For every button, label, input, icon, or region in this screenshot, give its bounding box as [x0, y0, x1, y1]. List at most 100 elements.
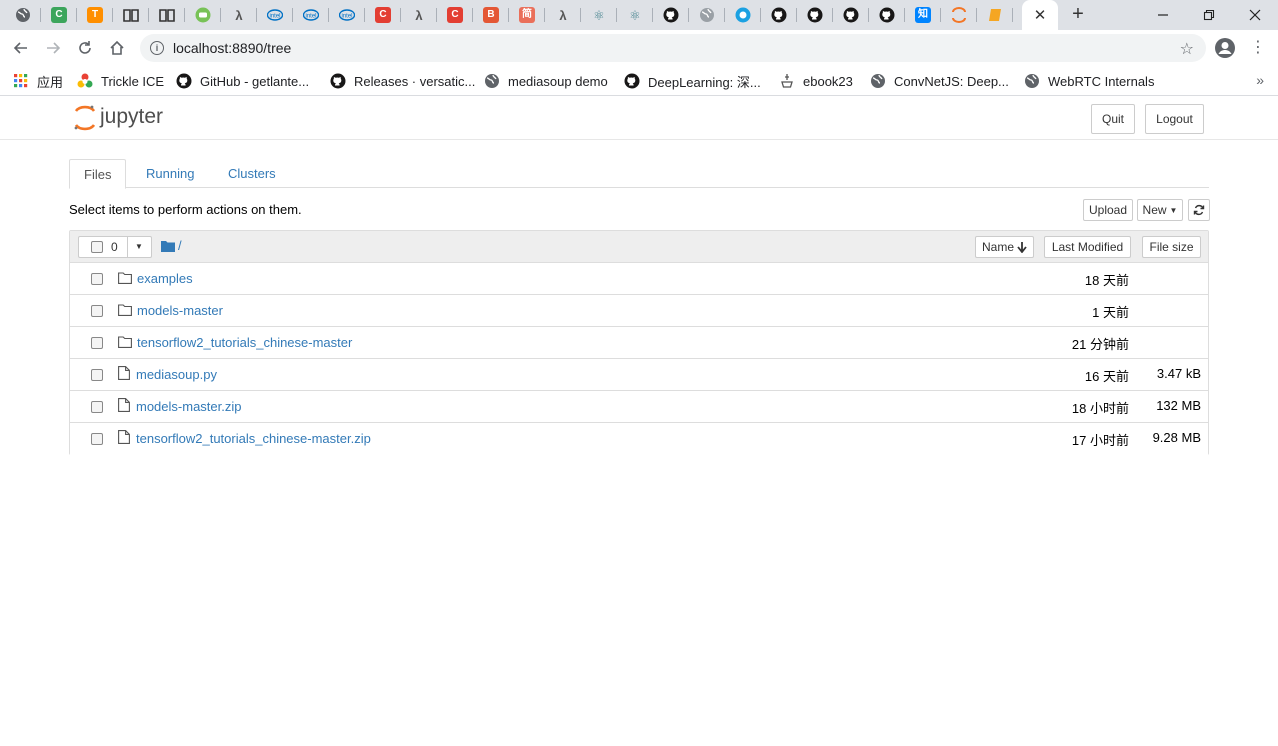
- bookmark-item[interactable]: ebook23: [779, 72, 853, 90]
- browser-tab[interactable]: C: [437, 0, 473, 30]
- bookmark-item[interactable]: GitHub - getlante...: [176, 72, 309, 90]
- browser-tab[interactable]: λ: [401, 0, 437, 30]
- item-link[interactable]: examples: [137, 271, 193, 286]
- file-list-row[interactable]: models-master 1 天前: [70, 295, 1208, 327]
- browser-tab[interactable]: [977, 0, 1013, 30]
- select-dropdown-caret-icon[interactable]: ▼: [135, 242, 143, 251]
- select-all-checkbox[interactable]: [91, 241, 103, 253]
- active-tab[interactable]: ✕: [1022, 0, 1058, 30]
- back-button[interactable]: [9, 36, 33, 60]
- sort-name-button[interactable]: Name: [975, 236, 1034, 258]
- tab-running[interactable]: Running: [132, 159, 208, 188]
- item-link[interactable]: tensorflow2_tutorials_chinese-master.zip: [136, 431, 371, 446]
- home-button[interactable]: [105, 36, 129, 60]
- bookmarks-overflow-button[interactable]: »: [1256, 72, 1264, 88]
- minimize-button[interactable]: [1140, 0, 1186, 30]
- browser-tab[interactable]: [185, 0, 221, 30]
- browser-tab[interactable]: C: [41, 0, 77, 30]
- file-list-row[interactable]: examples 18 天前: [70, 263, 1208, 295]
- browser-tab[interactable]: [833, 0, 869, 30]
- browser-tab[interactable]: [797, 0, 833, 30]
- bookmark-star-icon[interactable]: ☆: [1180, 39, 1194, 59]
- browser-menu-icon[interactable]: ⋮: [1250, 38, 1266, 58]
- item-link[interactable]: models-master.zip: [136, 399, 241, 414]
- file-list-row[interactable]: models-master.zip 18 小时前 132 MB: [70, 391, 1208, 423]
- tab-files[interactable]: Files: [69, 159, 127, 189]
- browser-tab[interactable]: [653, 0, 689, 30]
- notebook-icon: [987, 7, 1003, 23]
- refresh-button[interactable]: [1188, 199, 1210, 221]
- browser-tab[interactable]: B: [473, 0, 509, 30]
- item-link[interactable]: tensorflow2_tutorials_chinese-master: [137, 335, 352, 350]
- browser-tab[interactable]: [869, 0, 905, 30]
- browser-tab[interactable]: 知: [905, 0, 941, 30]
- browser-tab[interactable]: λ: [545, 0, 581, 30]
- upload-button[interactable]: Upload: [1083, 199, 1133, 221]
- browser-tab[interactable]: [725, 0, 761, 30]
- row-checkbox[interactable]: [91, 273, 103, 285]
- sort-size-button[interactable]: File size: [1142, 236, 1201, 258]
- site-info-icon[interactable]: i: [150, 41, 164, 55]
- breadcrumb-root[interactable]: /: [178, 238, 182, 253]
- browser-tab[interactable]: 简: [509, 0, 545, 30]
- browser-tab[interactable]: [689, 0, 725, 30]
- arrow-down-icon: [1017, 241, 1027, 253]
- browser-tab[interactable]: [761, 0, 797, 30]
- browser-tab[interactable]: [149, 0, 185, 30]
- svg-text:intel: intel: [341, 14, 352, 20]
- bookmark-item[interactable]: mediasoup demo: [484, 72, 608, 90]
- tab-clusters[interactable]: Clusters: [214, 159, 290, 188]
- browser-tab[interactable]: ⚛: [581, 0, 617, 30]
- item-link[interactable]: mediasoup.py: [136, 367, 217, 382]
- folder-icon[interactable]: [161, 240, 175, 252]
- browser-tab[interactable]: [941, 0, 977, 30]
- quit-button[interactable]: Quit: [1091, 104, 1135, 134]
- browser-tab[interactable]: [113, 0, 149, 30]
- new-tab-button[interactable]: +: [1066, 2, 1090, 26]
- profile-avatar-icon[interactable]: [1214, 37, 1236, 59]
- browser-tab[interactable]: T: [77, 0, 113, 30]
- file-list-row[interactable]: tensorflow2_tutorials_chinese-master 21 分…: [70, 327, 1208, 359]
- restore-button[interactable]: [1186, 0, 1232, 30]
- close-tab-icon[interactable]: ✕: [1034, 6, 1047, 24]
- row-checkbox[interactable]: [91, 337, 103, 349]
- jianshu-icon: 简: [519, 7, 535, 23]
- item-link[interactable]: models-master: [137, 303, 223, 318]
- browser-tab[interactable]: λ: [221, 0, 257, 30]
- file-list-row[interactable]: tensorflow2_tutorials_chinese-master.zip…: [70, 423, 1208, 455]
- reload-button[interactable]: [73, 36, 97, 60]
- jupyter-logo-text: jupyter: [99, 105, 163, 128]
- logout-button[interactable]: Logout: [1145, 104, 1204, 134]
- browser-tab[interactable]: intel: [293, 0, 329, 30]
- bookmark-label: WebRTC Internals: [1048, 73, 1155, 89]
- browser-tab[interactable]: C: [365, 0, 401, 30]
- row-checkbox[interactable]: [91, 401, 103, 413]
- close-window-button[interactable]: [1232, 0, 1278, 30]
- file-list-row[interactable]: mediasoup.py 16 天前 3.47 kB: [70, 359, 1208, 391]
- github-icon: [879, 7, 895, 23]
- row-checkbox[interactable]: [91, 433, 103, 445]
- csdn-icon: C: [447, 7, 463, 23]
- browser-tab[interactable]: intel: [257, 0, 293, 30]
- reload-icon: [79, 41, 91, 54]
- address-bar[interactable]: i localhost:8890/tree ☆: [140, 34, 1206, 62]
- browser-tab[interactable]: intel: [329, 0, 365, 30]
- bookmark-item[interactable]: ConvNetJS: Deep...: [870, 72, 1009, 90]
- new-dropdown-button[interactable]: New ▼: [1137, 199, 1183, 221]
- jupyter-logo[interactable]: jupyter: [72, 103, 192, 133]
- url-text[interactable]: localhost:8890/tree: [173, 40, 291, 56]
- restore-icon: [1203, 9, 1215, 21]
- bookmark-item[interactable]: 应用: [13, 72, 63, 90]
- row-checkbox[interactable]: [91, 369, 103, 381]
- forward-button[interactable]: [41, 36, 65, 60]
- circle-blue-icon: [735, 7, 751, 23]
- browser-tab[interactable]: ⚛: [617, 0, 653, 30]
- bookmark-item[interactable]: WebRTC Internals: [1024, 72, 1154, 90]
- browser-tab[interactable]: [5, 0, 41, 30]
- sort-modified-button[interactable]: Last Modified: [1044, 236, 1131, 258]
- bookmark-item[interactable]: Releases · versatic...: [330, 72, 475, 90]
- row-checkbox[interactable]: [91, 305, 103, 317]
- folder-icon: [118, 336, 132, 349]
- bookmark-item[interactable]: DeepLearning: 深...: [624, 72, 761, 90]
- bookmark-item[interactable]: Trickle ICE: [77, 72, 164, 90]
